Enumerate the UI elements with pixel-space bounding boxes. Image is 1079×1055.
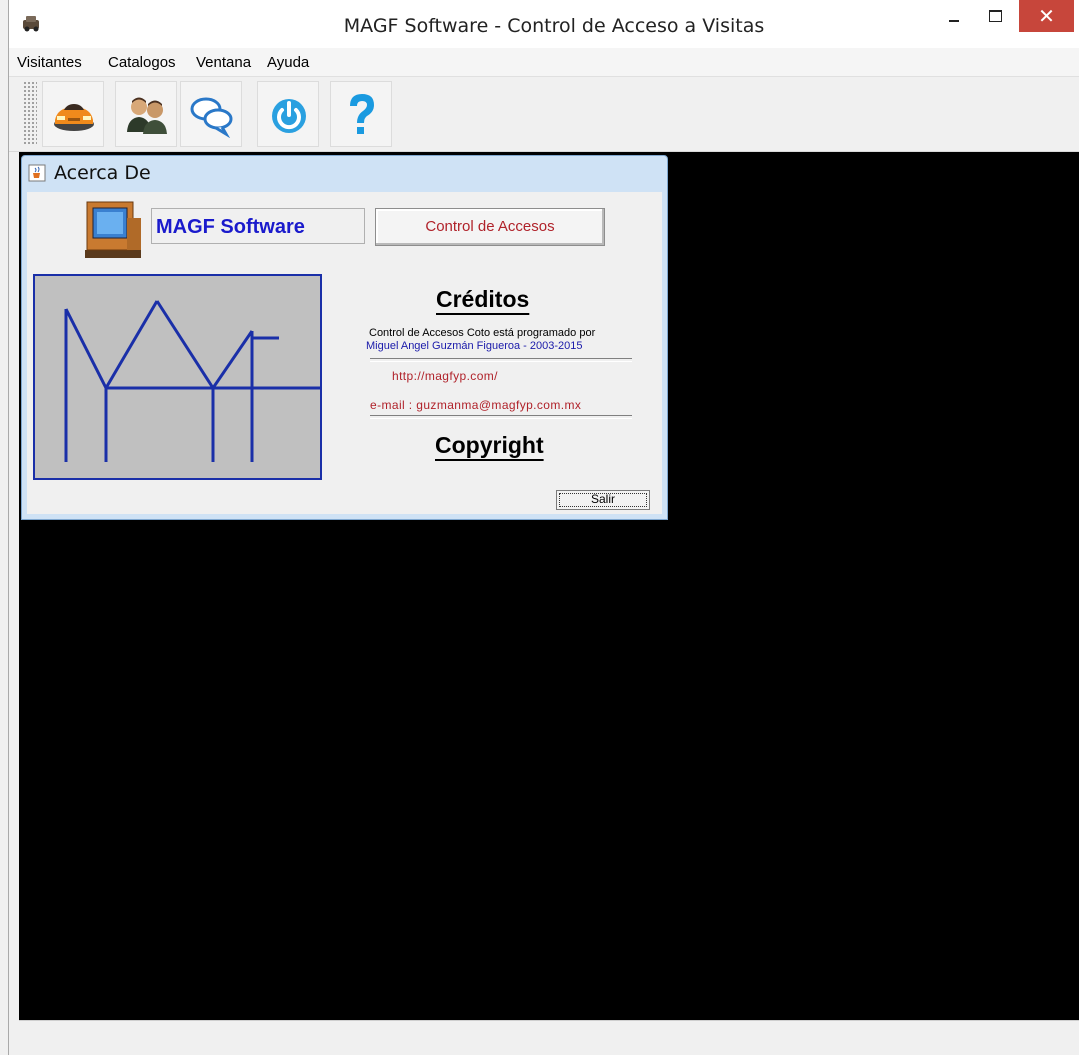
website-link[interactable]: http://magfyp.com/ — [392, 369, 498, 383]
car-icon — [54, 104, 94, 131]
salir-label: Salir — [590, 492, 615, 506]
credits-line1: Control de Accesos Coto está programado … — [369, 327, 596, 339]
close-button[interactable]: ✕ — [1019, 0, 1074, 32]
toolbar-visitors-button[interactable] — [42, 81, 104, 147]
separator-top — [370, 358, 632, 362]
computer-icon — [85, 201, 141, 258]
power-icon — [272, 99, 306, 133]
toolbar-grip[interactable] — [23, 81, 37, 145]
maximize-button[interactable] — [976, 0, 1016, 32]
java-cup-icon — [28, 164, 46, 182]
main-window: MAGF Software - Control de Acceso a Visi… — [8, 0, 1079, 1055]
salir-button[interactable]: Salir — [556, 490, 650, 510]
minimize-icon — [949, 20, 959, 22]
help-icon — [350, 94, 374, 134]
toolbar-exit-button[interactable] — [257, 81, 319, 147]
logo-lines — [64, 300, 320, 462]
toolbar-messages-button[interactable] — [180, 81, 242, 147]
toolbar — [9, 77, 1079, 152]
magf-logo — [33, 274, 322, 480]
menu-ventana[interactable]: Ventana — [196, 54, 251, 71]
minimize-button[interactable] — [935, 0, 975, 32]
email-link[interactable]: e-mail : guzmanma@magfyp.com.mx — [370, 398, 581, 412]
menu-visitantes[interactable]: Visitantes — [17, 54, 82, 71]
close-icon: ✕ — [1038, 4, 1055, 28]
menu-ayuda[interactable]: Ayuda — [267, 54, 309, 71]
toolbar-users-button[interactable] — [115, 81, 177, 147]
credits-heading: Créditos — [436, 286, 530, 312]
status-bar — [19, 1020, 1079, 1051]
title-bar[interactable]: MAGF Software - Control de Acceso a Visi… — [9, 0, 1079, 49]
window-title: MAGF Software - Control de Acceso a Visi… — [343, 15, 765, 37]
dialog-title: Acerca De — [54, 162, 151, 184]
users-icon — [127, 97, 167, 134]
credits-line2: Miguel Angel Guzmán Figueroa - 2003-2015 — [366, 340, 583, 352]
maximize-icon — [989, 10, 1002, 22]
about-dialog: Acerca De MAGF Software Control de Acces… — [21, 155, 668, 520]
dialog-body: MAGF Software Control de Accesos Crédito… — [27, 192, 662, 514]
toolbar-help-button[interactable] — [330, 81, 392, 147]
brand-field: MAGF Software — [151, 208, 365, 244]
chat-bubbles-icon — [190, 97, 233, 138]
control-de-accesos-button[interactable]: Control de Accesos — [375, 208, 605, 246]
menu-bar: Visitantes Catalogos Ventana Ayuda — [9, 48, 1079, 77]
separator-bottom — [370, 415, 632, 419]
menu-catalogos[interactable]: Catalogos — [108, 54, 176, 71]
copyright-heading: Copyright — [435, 432, 544, 458]
